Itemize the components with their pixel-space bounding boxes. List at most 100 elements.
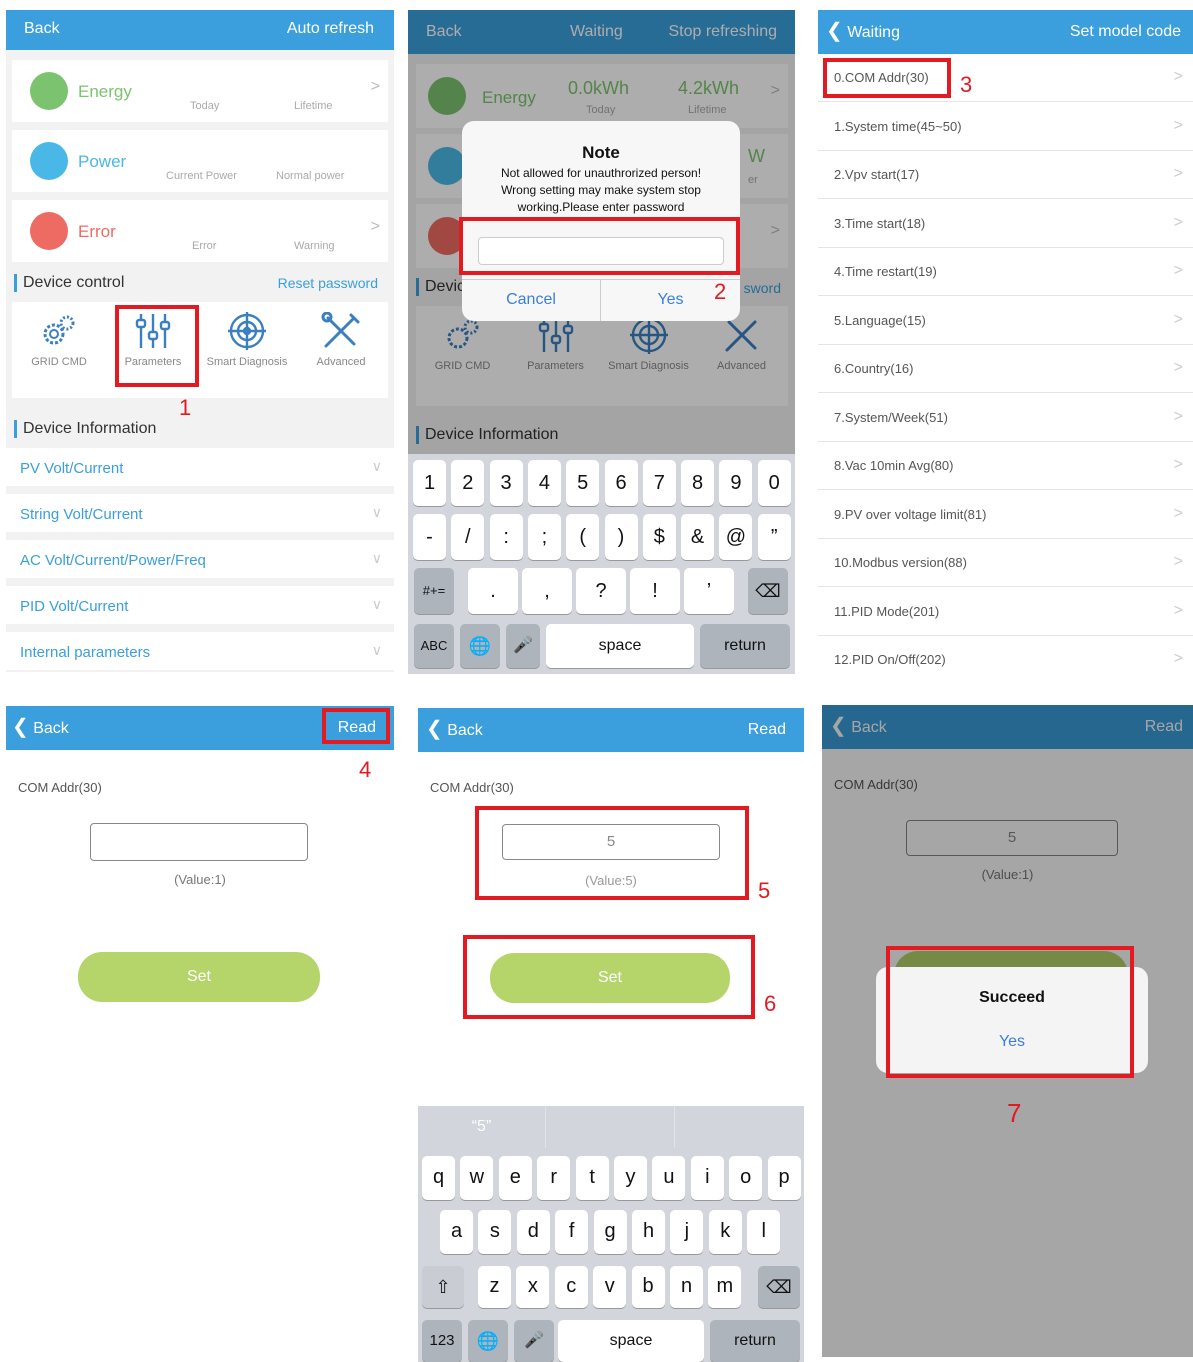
key[interactable]: ” (757, 514, 791, 560)
com-addr-input[interactable] (90, 823, 308, 861)
key[interactable]: y (614, 1156, 647, 1200)
back-button[interactable]: ❮ Back (12, 706, 69, 751)
key[interactable]: 7 (642, 460, 676, 506)
key[interactable]: ; (527, 514, 561, 560)
key[interactable]: 5 (566, 460, 600, 506)
info-row[interactable]: Internal parameters ∨ (6, 632, 394, 672)
key[interactable]: i (690, 1156, 724, 1200)
key[interactable]: 0 (757, 460, 791, 506)
key[interactable]: , (522, 568, 572, 614)
key[interactable]: - (413, 514, 446, 560)
parameter-row[interactable]: 11.PID Mode(201) > (818, 587, 1193, 636)
parameter-row[interactable]: 10.Modbus version(88) > (818, 539, 1193, 587)
key[interactable]: . (468, 568, 518, 614)
parameter-row[interactable]: 12.PID On/Off(202) > (818, 636, 1193, 682)
key[interactable]: s (478, 1210, 512, 1254)
autocorrect-slot-2[interactable] (546, 1106, 675, 1148)
key[interactable]: : (489, 514, 523, 560)
key[interactable]: w (460, 1156, 494, 1200)
key[interactable]: ’ (684, 568, 734, 614)
key[interactable]: x (516, 1266, 550, 1308)
key[interactable]: 8 (681, 460, 715, 506)
microphone-key[interactable]: 🎤 (514, 1320, 554, 1362)
parameter-row[interactable]: 1.System time(45~50) > (818, 102, 1193, 151)
return-key[interactable]: return (700, 624, 790, 668)
shift-key[interactable]: ⇧ (422, 1266, 464, 1308)
key[interactable]: c (554, 1266, 588, 1308)
key[interactable]: o (729, 1156, 763, 1200)
space-key[interactable]: space (558, 1320, 704, 1362)
globe-key[interactable]: 🌐 (468, 1320, 508, 1362)
cancel-button[interactable]: Cancel (462, 279, 601, 321)
energy-card[interactable]: Energy Today Lifetime > (12, 60, 388, 122)
key[interactable]: z (478, 1266, 511, 1308)
key[interactable]: / (451, 514, 485, 560)
backspace-key[interactable]: ⌫ (758, 1266, 800, 1308)
reset-password-link[interactable]: Reset password (278, 275, 378, 291)
key[interactable]: 1 (413, 460, 446, 506)
key[interactable]: h (632, 1210, 665, 1254)
key[interactable]: ) (604, 514, 638, 560)
backspace-key[interactable]: ⌫ (748, 568, 788, 614)
key[interactable]: 9 (719, 460, 753, 506)
key[interactable]: $ (642, 514, 676, 560)
key[interactable]: 6 (604, 460, 638, 506)
set-model-code-button[interactable]: Set model code (1070, 10, 1181, 54)
key[interactable]: k (708, 1210, 742, 1254)
numbers-key[interactable]: 123 (422, 1320, 462, 1362)
key[interactable]: v (593, 1266, 627, 1308)
key[interactable]: & (681, 514, 715, 560)
back-button[interactable]: ❮ Back (426, 708, 483, 753)
smart-diagnosis-tool[interactable]: Smart Diagnosis (200, 302, 294, 368)
microphone-key[interactable]: 🎤 (506, 624, 540, 668)
read-button[interactable]: Read (748, 708, 786, 752)
key[interactable]: 4 (527, 460, 561, 506)
space-key[interactable]: space (546, 624, 694, 668)
parameter-row[interactable]: 6.Country(16) > (818, 345, 1193, 393)
key[interactable]: 3 (489, 460, 523, 506)
auto-refresh-button[interactable]: Auto refresh (287, 10, 374, 48)
key[interactable]: ! (630, 568, 680, 614)
back-waiting-button[interactable]: ❮ Waiting (826, 10, 900, 55)
key[interactable]: 2 (451, 460, 485, 506)
parameter-row[interactable]: 3.Time start(18) > (818, 199, 1193, 248)
globe-key[interactable]: 🌐 (460, 624, 500, 668)
key[interactable]: m (708, 1266, 742, 1308)
key[interactable]: ( (566, 514, 600, 560)
key[interactable]: r (537, 1156, 571, 1200)
key[interactable]: g (593, 1210, 627, 1254)
key[interactable]: j (670, 1210, 704, 1254)
info-row[interactable]: AC Volt/Current/Power/Freq ∨ (6, 540, 394, 582)
key[interactable]: t (575, 1156, 609, 1200)
info-row[interactable]: String Volt/Current ∨ (6, 494, 394, 536)
parameter-row[interactable]: 4.Time restart(19) > (818, 248, 1193, 296)
key[interactable]: @ (719, 514, 753, 560)
parameter-row[interactable]: 5.Language(15) > (818, 296, 1193, 345)
info-row[interactable]: PID Volt/Current ∨ (6, 586, 394, 628)
error-card[interactable]: Error Error Warning > (12, 200, 388, 262)
key[interactable]: ? (576, 568, 626, 614)
set-button[interactable]: Set (78, 952, 320, 1002)
abc-key[interactable]: ABC (414, 624, 454, 668)
key[interactable]: l (747, 1210, 781, 1254)
parameter-row[interactable]: 8.Vac 10min Avg(80) > (818, 442, 1193, 490)
advanced-tool[interactable]: Advanced (294, 302, 388, 368)
key[interactable]: d (516, 1210, 550, 1254)
key[interactable]: n (670, 1266, 703, 1308)
key[interactable]: u (652, 1156, 686, 1200)
parameter-row[interactable]: 7.System/Week(51) > (818, 393, 1193, 442)
parameter-row[interactable]: 2.Vpv start(17) > (818, 151, 1193, 199)
back-button[interactable]: Back (24, 10, 60, 48)
key[interactable]: b (631, 1266, 665, 1308)
key[interactable]: e (498, 1156, 532, 1200)
key[interactable]: p (767, 1156, 801, 1200)
symbols-key[interactable]: #+= (414, 568, 454, 614)
autocorrect-suggestion[interactable]: “5” (418, 1106, 546, 1148)
return-key[interactable]: return (710, 1320, 800, 1362)
grid-cmd-tool[interactable]: GRID CMD (12, 302, 106, 368)
key[interactable]: q (422, 1156, 455, 1200)
power-card[interactable]: Power Current Power Normal power (12, 130, 388, 192)
info-row[interactable]: PV Volt/Current ∨ (6, 448, 394, 490)
key[interactable]: a (440, 1210, 473, 1254)
key[interactable]: f (555, 1210, 589, 1254)
